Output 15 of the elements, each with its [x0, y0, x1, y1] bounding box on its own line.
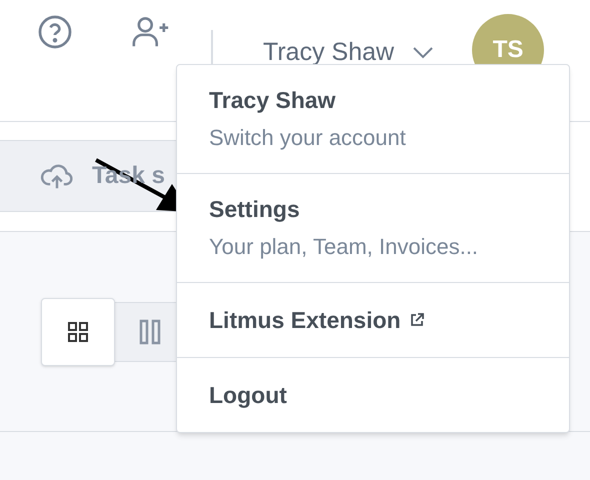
menu-item-title: Litmus Extension	[209, 306, 401, 335]
columns-icon	[139, 318, 161, 344]
menu-item-title: Logout	[209, 381, 287, 410]
view-toggle-button[interactable]	[41, 298, 115, 366]
menu-item-title: Settings	[209, 195, 300, 224]
external-link-icon	[408, 312, 425, 328]
menu-item-subtitle: Your plan, Team, Invoices...	[209, 233, 480, 261]
menu-item[interactable]: Logout	[177, 357, 569, 432]
menu-item[interactable]: Settings Your plan, Team, Invoices...	[177, 173, 569, 282]
menu-item[interactable]: Litmus Extension	[177, 282, 569, 357]
help-icon[interactable]	[37, 14, 73, 50]
menu-item-title: Tracy Shaw	[209, 86, 336, 115]
grid-icon	[66, 320, 90, 344]
chevron-down-icon	[412, 46, 434, 60]
menu-item-subtitle: Switch your account	[209, 124, 407, 152]
